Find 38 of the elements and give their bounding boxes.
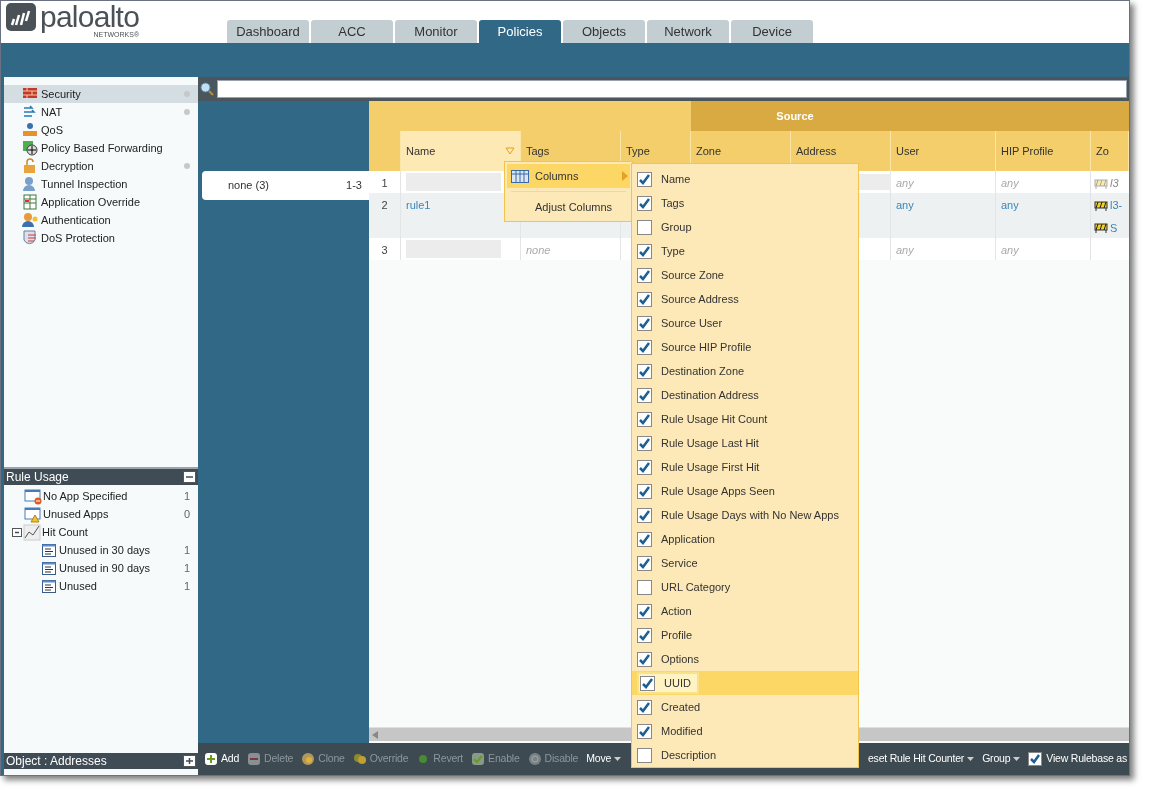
table-cell-text: none <box>526 243 552 258</box>
label: Created <box>661 699 701 715</box>
label: Group <box>661 219 692 235</box>
label: Rule Usage Last Hit <box>661 435 759 451</box>
label: Source Zone <box>661 267 724 283</box>
label: Action <box>661 603 692 619</box>
row-number: 3 <box>381 243 388 258</box>
label: Profile <box>661 627 693 643</box>
panel-title: Rule Usage <box>6 469 69 486</box>
panel-title: Object : Addresses <box>6 753 107 770</box>
label: Service <box>661 555 698 571</box>
table-cell-text: any <box>1001 176 1020 191</box>
table-cell-text: any <box>1001 243 1020 258</box>
label: URL Category <box>661 579 731 595</box>
label: Modified <box>661 723 703 739</box>
label: Rule Usage Hit Count <box>661 411 768 427</box>
label: Destination Address <box>661 387 759 403</box>
label: Source Address <box>661 291 739 307</box>
label: Destination Zone <box>661 363 745 379</box>
table-cell-text: l3 <box>1110 176 1119 191</box>
row-number: 1 <box>381 176 388 191</box>
group-header: Source <box>691 101 1129 131</box>
label: Description <box>661 747 717 763</box>
label: Source User <box>661 315 723 331</box>
label: Source HIP Profile <box>661 339 752 355</box>
table-cell-text: any <box>896 243 915 258</box>
label: Application <box>661 531 715 547</box>
label: Tags <box>661 195 685 211</box>
row-number: 2 <box>381 198 388 213</box>
label: Rule Usage First Hit <box>661 459 760 475</box>
label: Name <box>661 171 691 187</box>
label: Rule Usage Apps Seen <box>661 483 775 499</box>
label: Rule Usage Days with No New Apps <box>661 507 839 523</box>
logo-text: paloalto <box>40 3 140 31</box>
label: Type <box>661 243 685 259</box>
label: UUID <box>664 675 691 691</box>
label: Options <box>661 651 699 667</box>
table-cell-text: any <box>896 176 915 191</box>
